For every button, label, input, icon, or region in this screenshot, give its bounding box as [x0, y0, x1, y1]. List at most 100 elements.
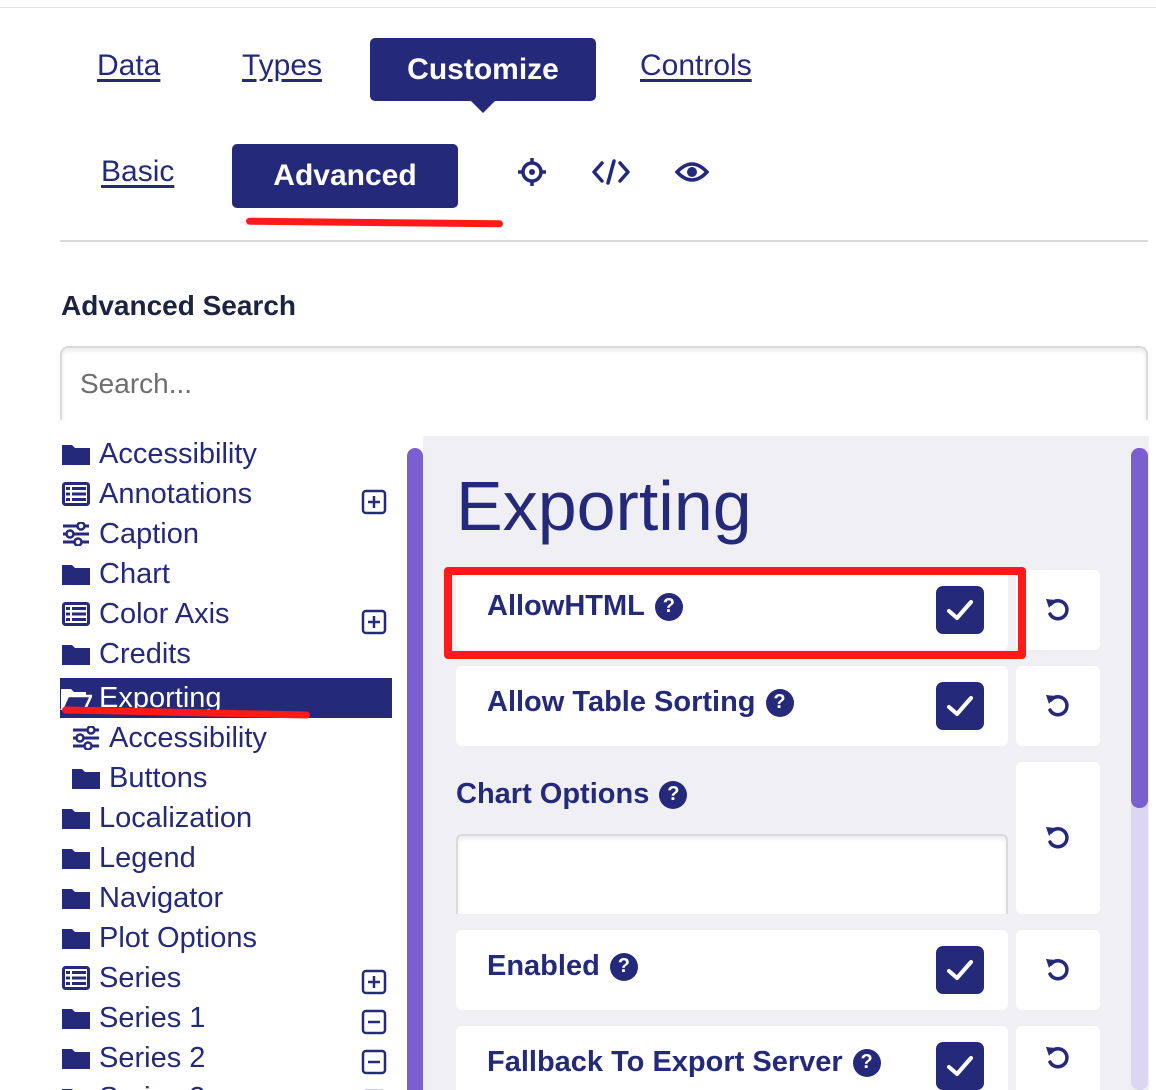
tree-item-navigator[interactable]: Navigator [60, 878, 392, 918]
tree-item-label: Caption [99, 517, 199, 550]
tree-item-plot-options[interactable]: Plot Options [60, 918, 392, 958]
reset-enabled-button[interactable] [1016, 930, 1100, 1010]
undo-icon [1046, 695, 1069, 717]
collapse-minus-icon[interactable] [360, 1008, 388, 1036]
expand-plus-icon[interactable] [360, 608, 388, 636]
option-enabled-label: Enabled ? [487, 950, 638, 983]
table-list-icon [60, 480, 92, 508]
enabled-checkbox[interactable] [936, 946, 984, 994]
option-chart-options-label: Chart Options ? [456, 778, 688, 811]
folder-icon [60, 440, 92, 468]
collapse-minus-icon[interactable] [360, 1048, 388, 1076]
panel-title: Exporting [456, 467, 752, 545]
panel-scrollbar-thumb[interactable] [1131, 448, 1148, 808]
folder-icon [60, 560, 92, 588]
tree-item-label: Buttons [109, 761, 208, 794]
table-list-icon [60, 600, 92, 628]
sliders-icon [60, 520, 92, 548]
tree-item-series[interactable]: Series [60, 958, 392, 998]
tree-item-series-2[interactable]: Series 2 [60, 1038, 392, 1078]
divider [60, 240, 1148, 242]
tab-types[interactable]: Types [242, 49, 322, 83]
eye-icon[interactable] [672, 152, 712, 192]
folder-icon [70, 764, 102, 792]
option-fallback-label: Fallback To Export Server ? [487, 1046, 881, 1079]
tab-customize[interactable]: Customize [370, 38, 596, 113]
active-tab-pointer [471, 101, 495, 113]
search-box [60, 346, 1148, 420]
checkmark-icon [947, 1056, 973, 1076]
fallback-checkbox[interactable] [936, 1042, 984, 1090]
reset-allow-html-button[interactable] [1016, 570, 1100, 650]
tree-scrollbar[interactable] [407, 448, 423, 1090]
tree-item-label: Series 3 [99, 1082, 205, 1090]
subtab-advanced-label: Advanced [273, 159, 417, 192]
help-icon[interactable]: ? [609, 952, 638, 981]
search-input[interactable] [62, 348, 1146, 420]
folder-icon [60, 884, 92, 912]
reset-chart-options-button[interactable] [1016, 762, 1100, 914]
option-label-text: Allow Table Sorting [487, 686, 756, 718]
subtab-basic[interactable]: Basic [101, 155, 174, 189]
checkmark-icon [947, 960, 973, 980]
allow-table-sorting-checkbox[interactable] [936, 682, 984, 730]
tree-item-accessibility[interactable]: Accessibility [60, 434, 392, 474]
option-label-text: Chart Options [456, 778, 650, 810]
tab-customize-label: Customize [407, 52, 559, 86]
undo-icon [1046, 959, 1069, 981]
tree-item-credits[interactable]: Credits [60, 634, 392, 674]
tree-item-legend[interactable]: Legend [60, 838, 392, 878]
option-allow-table-sorting-label: Allow Table Sorting ? [487, 686, 794, 719]
top-edge [0, 0, 1156, 8]
tree-item-exporting-accessibility[interactable]: Accessibility [60, 718, 392, 758]
reset-fallback-button[interactable] [1016, 1026, 1100, 1090]
tree-item-label: Accessibility [99, 437, 257, 470]
crosshair-icon[interactable] [512, 152, 552, 192]
tab-controls[interactable]: Controls [640, 49, 752, 83]
advanced-search-heading: Advanced Search [61, 290, 296, 321]
code-icon[interactable] [591, 152, 631, 192]
tree-item-label: Color Axis [99, 597, 230, 630]
tree-item-label: Series 2 [99, 1041, 206, 1074]
subtab-advanced[interactable]: Advanced [232, 144, 458, 208]
undo-icon [1046, 1047, 1069, 1069]
tree-item-label: Localization [99, 801, 253, 834]
tree-item-localization[interactable]: Localization [60, 798, 392, 838]
help-icon[interactable]: ? [765, 688, 794, 717]
tree-item-label: Series [99, 961, 182, 994]
undo-icon [1046, 827, 1069, 849]
folder-icon [60, 1044, 92, 1072]
tree-item-label: Credits [99, 637, 191, 670]
tree-item-series-1[interactable]: Series 1 [60, 998, 392, 1038]
folder-icon [60, 844, 92, 872]
red-annotation-underline [245, 217, 504, 228]
tree-item-annotations[interactable]: Annotations [60, 474, 392, 514]
help-icon[interactable]: ? [659, 780, 688, 809]
tree-item-label: Annotations [99, 477, 253, 510]
option-label-text: Fallback To Export Server [487, 1046, 843, 1078]
option-label-text: Enabled [487, 950, 600, 982]
tree-item-caption[interactable]: Caption [60, 514, 392, 554]
expand-plus-icon[interactable] [360, 488, 388, 516]
folder-icon [60, 640, 92, 668]
undo-icon [1046, 599, 1069, 621]
folder-icon [60, 1084, 92, 1090]
tree-item-label: Series 1 [99, 1001, 206, 1034]
sliders-icon [70, 724, 102, 752]
tree-item-series-3[interactable]: Series 3 [60, 1078, 392, 1090]
chart-options-input[interactable] [456, 834, 1008, 914]
folder-icon [60, 924, 92, 952]
folder-icon [60, 804, 92, 832]
red-annotation-box [444, 567, 1026, 659]
folder-icon [60, 1004, 92, 1032]
tab-data[interactable]: Data [97, 49, 160, 83]
tree-item-color-axis[interactable]: Color Axis [60, 594, 392, 634]
table-list-icon [60, 964, 92, 992]
tree-item-chart[interactable]: Chart [60, 554, 392, 594]
reset-allow-table-sorting-button[interactable] [1016, 666, 1100, 746]
tree-item-buttons[interactable]: Buttons [60, 758, 392, 798]
expand-plus-icon[interactable] [360, 968, 388, 996]
tree-item-label: Plot Options [99, 921, 257, 954]
tree-item-label: Legend [99, 841, 196, 874]
help-icon[interactable]: ? [852, 1048, 881, 1077]
